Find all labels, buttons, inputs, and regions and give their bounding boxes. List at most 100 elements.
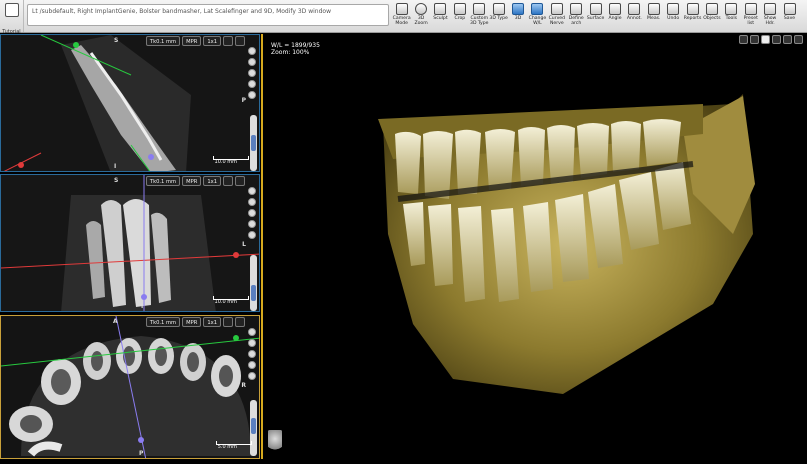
layout-button[interactable]: 1x1 (203, 317, 221, 327)
arrow-up-icon[interactable] (248, 209, 256, 217)
camera-icon[interactable] (223, 36, 233, 46)
arch-icon (570, 3, 583, 15)
undo-icon (667, 3, 680, 15)
scroll-thumb[interactable] (251, 135, 256, 151)
surface-icon (589, 3, 602, 15)
zoom-out-icon[interactable] (248, 58, 256, 66)
slice-scrollbar[interactable] (250, 255, 257, 311)
zoom-in-icon[interactable] (248, 47, 256, 55)
zoom-out-icon[interactable] (248, 339, 256, 347)
head-orientation-icon[interactable] (268, 430, 282, 452)
tool-annotate[interactable]: Annot. (625, 2, 644, 31)
tool-reports[interactable]: Reports (683, 2, 702, 31)
scroll-thumb[interactable] (251, 418, 256, 434)
coronal-pane[interactable]: Tk0.1 mm MPR 1x1 S L I 10.0 mm (0, 174, 260, 312)
slab-thickness-button[interactable]: Tk0.1 mm (145, 176, 181, 186)
tool-label: Angle (608, 16, 622, 21)
zoom-out-icon[interactable] (248, 198, 256, 206)
tool-label: 3D Zoom (414, 16, 428, 26)
axial-pane[interactable]: Tk0.1 mm MPR 1x1 A R P 5.0 mm (0, 315, 260, 459)
jaw-3d-render (378, 94, 755, 394)
tool-label: Meas. (647, 16, 661, 21)
camera-icon[interactable] (223, 176, 233, 186)
arrow-down-icon[interactable] (248, 80, 256, 88)
slice-scrollbar[interactable] (250, 115, 257, 171)
tool-3d-type[interactable]: 3D Type (489, 2, 508, 31)
layout-button[interactable]: 1x1 (203, 176, 221, 186)
case-title-field: Lt /subdefault, Right ImplantGenie, Bols… (27, 4, 389, 26)
tool-camera[interactable]: Camera Mode (392, 2, 411, 31)
layout-button[interactable]: 1x1 (203, 36, 221, 46)
settings-icon[interactable] (235, 36, 245, 46)
slice-scrollbar[interactable] (250, 400, 257, 456)
settings-icon[interactable] (235, 317, 245, 327)
mpr-button[interactable]: MPR (182, 36, 202, 46)
tool-contrast[interactable]: Change W/L (528, 2, 547, 31)
slab-thickness-button[interactable]: Tk0.1 mm (145, 36, 181, 46)
tool-undo[interactable]: Undo (663, 2, 682, 31)
tool-type[interactable]: Custom 3D Type (470, 2, 489, 31)
tool-tools[interactable]: Tools (722, 2, 741, 31)
fullscreen-icon[interactable] (794, 35, 803, 44)
orientation-right: L (242, 241, 246, 248)
screen-icon[interactable] (761, 35, 770, 44)
mpr-button[interactable]: MPR (182, 176, 202, 186)
tool-objects[interactable]: Objects (702, 2, 721, 31)
arrow-left-icon[interactable] (248, 231, 256, 239)
zoom-icon (415, 3, 428, 15)
settings-icon[interactable] (235, 176, 245, 186)
axial-image (1, 316, 259, 458)
angle-icon (608, 3, 621, 15)
tool-surface[interactable]: Surface (586, 2, 605, 31)
tool-label: Curved Nerve (548, 16, 566, 26)
arrow-down-icon[interactable] (248, 361, 256, 369)
arrow-up-icon[interactable] (248, 350, 256, 358)
arrow-up-icon[interactable] (248, 69, 256, 77)
tutorial-button[interactable]: Tutorial (0, 0, 24, 35)
crosshair-handle (18, 162, 24, 168)
crosshair-handle (73, 42, 79, 48)
scissor-icon[interactable] (750, 35, 759, 44)
volume-render-view[interactable]: W/L = 1899/935 Zoom: 100% (263, 34, 807, 464)
3d-icon (512, 3, 525, 15)
save-icon (783, 3, 796, 15)
tool-strip: Camera Mode 3D Zoom Sculpt Crop Custom 3D Ty… (392, 2, 799, 31)
zoom-in-icon[interactable] (248, 328, 256, 336)
tool-sculpt[interactable]: Sculpt (431, 2, 450, 31)
layers-icon[interactable] (772, 35, 781, 44)
tool-arch[interactable]: Define arch (567, 2, 586, 31)
tool-label: 3D Type (489, 16, 508, 21)
tool-nerve[interactable]: Curved Nerve (547, 2, 566, 31)
tool-label: Surface (586, 16, 605, 21)
pane-side-tools (248, 47, 257, 99)
tool-3d[interactable]: 3D (508, 2, 527, 31)
arrow-down-icon[interactable] (248, 220, 256, 228)
mpr-button[interactable]: MPR (182, 317, 202, 327)
tool-label: Annot. (626, 16, 642, 21)
tool-angle[interactable]: Angle (605, 2, 624, 31)
tool-header[interactable]: Show Hdr. (760, 2, 779, 31)
tool-label: Tools (725, 16, 737, 21)
sculpt-icon (434, 3, 447, 15)
measure-icon (647, 3, 660, 15)
zoom-in-icon[interactable] (248, 187, 256, 195)
arrow-left-icon[interactable] (248, 91, 256, 99)
tool-measure[interactable]: Meas. (644, 2, 663, 31)
scale-bar: 5.0 mm (215, 441, 253, 450)
tool-crop[interactable]: Crop (450, 2, 469, 31)
tool-zoom[interactable]: 3D Zoom (411, 2, 430, 31)
scale-bar: 10.0 mm (212, 156, 250, 165)
tool-preset[interactable]: Preset list (741, 2, 760, 31)
slab-thickness-button[interactable]: Tk0.1 mm (145, 317, 181, 327)
grid-icon[interactable] (783, 35, 792, 44)
camera-icon[interactable] (223, 317, 233, 327)
tool-label: Save (783, 16, 796, 21)
crosshair-handle (138, 437, 144, 443)
view3d-icons (739, 35, 803, 44)
tool-label: Camera Mode (392, 16, 411, 26)
arrow-left-icon[interactable] (248, 372, 256, 380)
sagittal-pane[interactable]: Tk0.1 mm MPR 1x1 S P I 10.0 mm (0, 34, 260, 172)
tool-save[interactable]: Save (780, 2, 799, 31)
settings-icon[interactable] (739, 35, 748, 44)
scroll-thumb[interactable] (251, 285, 256, 301)
